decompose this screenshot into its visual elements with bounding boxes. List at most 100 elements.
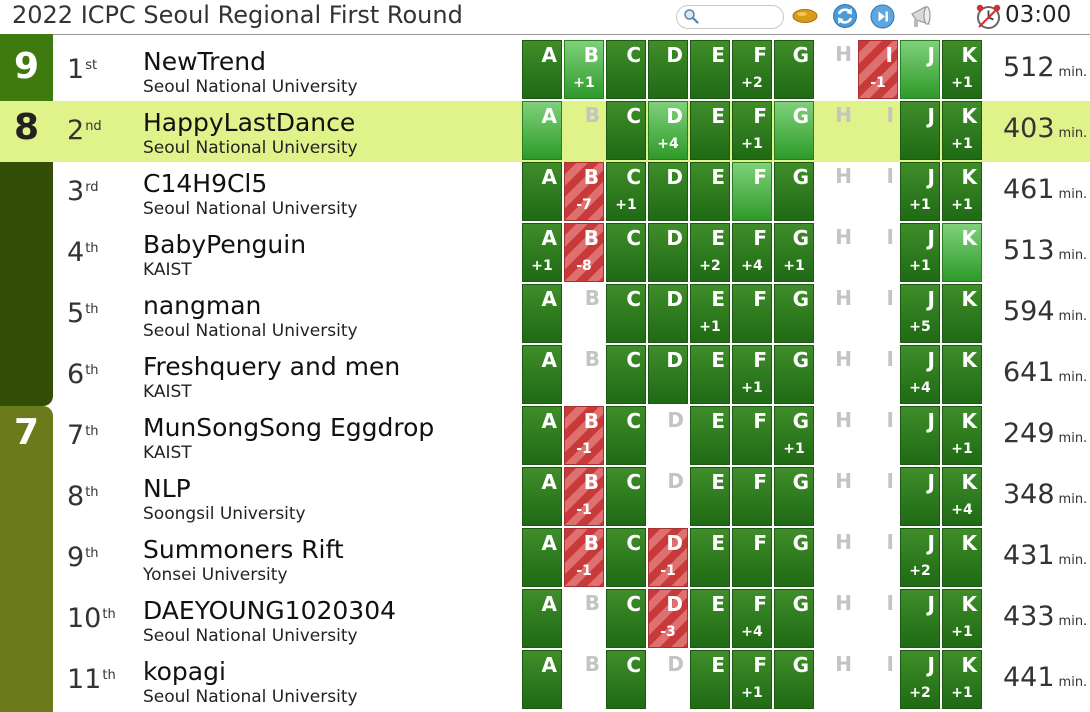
problem-cell-g[interactable]: G xyxy=(774,650,814,709)
problem-cell-f[interactable]: F +1 xyxy=(732,650,772,709)
problem-cell-d[interactable]: D xyxy=(648,223,688,282)
team-row[interactable]: 8th NLP Soongsil University A B -1 C D E F G H I J K +4… xyxy=(0,467,1090,528)
problem-cell-g[interactable]: G xyxy=(774,589,814,648)
problem-cell-j[interactable]: J +2 xyxy=(900,528,940,587)
team-row[interactable]: 7th MunSongSong Eggdrop KAIST A B -1 C D E F G +1 H I… xyxy=(0,406,1090,467)
problem-cell-f[interactable]: F +1 xyxy=(732,101,772,160)
problem-cell-a[interactable]: A xyxy=(522,650,562,709)
problem-cell-h[interactable]: H xyxy=(816,40,856,99)
problem-cell-k[interactable]: K xyxy=(942,345,982,404)
problem-cell-e[interactable]: E xyxy=(690,528,730,587)
problem-cell-e[interactable]: E xyxy=(690,467,730,526)
team-row[interactable]: 6th Freshquery and men KAIST A B C D E F +1 G H I J +4… xyxy=(0,345,1090,406)
problem-cell-k[interactable]: K xyxy=(942,223,982,282)
problem-cell-j[interactable]: J +5 xyxy=(900,284,940,343)
problem-cell-a[interactable]: A xyxy=(522,467,562,526)
problem-cell-h[interactable]: H xyxy=(816,101,856,160)
problem-cell-e[interactable]: E +2 xyxy=(690,223,730,282)
problem-cell-c[interactable]: C xyxy=(606,650,646,709)
problem-cell-j[interactable]: J xyxy=(900,101,940,160)
problem-cell-e[interactable]: E +1 xyxy=(690,284,730,343)
problem-cell-h[interactable]: H xyxy=(816,406,856,465)
problem-cell-i[interactable]: I xyxy=(858,101,898,160)
team-row[interactable]: 3rd C14H9Cl5 Seoul National University A B -7… xyxy=(0,162,1090,223)
problem-cell-b[interactable]: B xyxy=(564,650,604,709)
problem-cell-h[interactable]: H xyxy=(816,467,856,526)
problem-cell-d[interactable]: D xyxy=(648,284,688,343)
problem-cell-e[interactable]: E xyxy=(690,40,730,99)
problem-cell-k[interactable]: K +1 xyxy=(942,101,982,160)
problem-cell-a[interactable]: A xyxy=(522,162,562,221)
team-row[interactable]: 1st NewTrend Seoul National University A B +1… xyxy=(0,40,1090,101)
team-row[interactable]: 9th Summoners Rift Yonsei University A B -1 C D… xyxy=(0,528,1090,589)
problem-cell-e[interactable]: E xyxy=(690,589,730,648)
problem-cell-k[interactable]: K +1 xyxy=(942,162,982,221)
problem-cell-i[interactable]: I xyxy=(858,406,898,465)
problem-cell-b[interactable]: B -8 xyxy=(564,223,604,282)
problem-cell-e[interactable]: E xyxy=(690,650,730,709)
problem-cell-i[interactable]: I xyxy=(858,650,898,709)
problem-cell-f[interactable]: F xyxy=(732,528,772,587)
problem-cell-g[interactable]: G xyxy=(774,162,814,221)
problem-cell-i[interactable]: I xyxy=(858,528,898,587)
problem-cell-h[interactable]: H xyxy=(816,528,856,587)
problem-cell-h[interactable]: H xyxy=(816,284,856,343)
problem-cell-e[interactable]: E xyxy=(690,406,730,465)
problem-cell-j[interactable]: J +4 xyxy=(900,345,940,404)
problem-cell-b[interactable]: B xyxy=(564,345,604,404)
megaphone-icon[interactable] xyxy=(909,4,939,34)
problem-cell-c[interactable]: C xyxy=(606,101,646,160)
problem-cell-a[interactable]: A xyxy=(522,345,562,404)
problem-cell-j[interactable]: J +1 xyxy=(900,223,940,282)
problem-cell-h[interactable]: H xyxy=(816,345,856,404)
problem-cell-j[interactable]: J xyxy=(900,40,940,99)
problem-cell-b[interactable]: B xyxy=(564,589,604,648)
problem-cell-j[interactable]: J xyxy=(900,589,940,648)
problem-cell-e[interactable]: E xyxy=(690,345,730,404)
problem-cell-i[interactable]: I xyxy=(858,223,898,282)
team-row[interactable]: 5th nangman Seoul National University A B C D E… xyxy=(0,284,1090,345)
problem-cell-c[interactable]: C xyxy=(606,284,646,343)
problem-cell-h[interactable]: H xyxy=(816,162,856,221)
refresh-icon[interactable] xyxy=(832,3,858,33)
problem-cell-g[interactable]: G xyxy=(774,528,814,587)
problem-cell-c[interactable]: C xyxy=(606,467,646,526)
problem-cell-b[interactable]: B -1 xyxy=(564,528,604,587)
problem-cell-d[interactable]: D xyxy=(648,345,688,404)
problem-cell-c[interactable]: C +1 xyxy=(606,162,646,221)
problem-cell-b[interactable]: B -1 xyxy=(564,467,604,526)
problem-cell-a[interactable]: A xyxy=(522,406,562,465)
problem-cell-d[interactable]: D +4 xyxy=(648,101,688,160)
problem-cell-i[interactable]: I -1 xyxy=(858,40,898,99)
problem-cell-i[interactable]: I xyxy=(858,589,898,648)
problem-cell-g[interactable]: G +1 xyxy=(774,406,814,465)
clock-icon[interactable] xyxy=(975,3,1002,34)
problem-cell-c[interactable]: C xyxy=(606,345,646,404)
problem-cell-a[interactable]: A xyxy=(522,528,562,587)
problem-cell-b[interactable]: B xyxy=(564,284,604,343)
problem-cell-f[interactable]: F xyxy=(732,406,772,465)
team-row[interactable]: 11th kopagi Seoul National University A B C D E… xyxy=(0,650,1090,711)
problem-cell-k[interactable]: K xyxy=(942,528,982,587)
problem-cell-c[interactable]: C xyxy=(606,406,646,465)
problem-cell-h[interactable]: H xyxy=(816,589,856,648)
problem-cell-g[interactable]: G xyxy=(774,345,814,404)
team-row[interactable]: 4th BabyPenguin KAIST A +1 B -8 C D E +2 F +4 G +1 H I J +… xyxy=(0,223,1090,284)
problem-cell-k[interactable]: K xyxy=(942,284,982,343)
problem-cell-f[interactable]: F +4 xyxy=(732,223,772,282)
problem-cell-j[interactable]: J xyxy=(900,467,940,526)
problem-cell-f[interactable]: F xyxy=(732,162,772,221)
problem-cell-f[interactable]: F +4 xyxy=(732,589,772,648)
problem-cell-k[interactable]: K +4 xyxy=(942,467,982,526)
problem-cell-i[interactable]: I xyxy=(858,345,898,404)
problem-cell-c[interactable]: C xyxy=(606,528,646,587)
problem-cell-i[interactable]: I xyxy=(858,467,898,526)
search-box[interactable] xyxy=(676,5,784,29)
ball-icon[interactable] xyxy=(792,8,818,28)
problem-cell-g[interactable]: G xyxy=(774,467,814,526)
problem-cell-f[interactable]: F +1 xyxy=(732,345,772,404)
problem-cell-a[interactable]: A xyxy=(522,101,562,160)
problem-cell-j[interactable]: J +1 xyxy=(900,162,940,221)
problem-cell-j[interactable]: J +2 xyxy=(900,650,940,709)
problem-cell-g[interactable]: G xyxy=(774,40,814,99)
